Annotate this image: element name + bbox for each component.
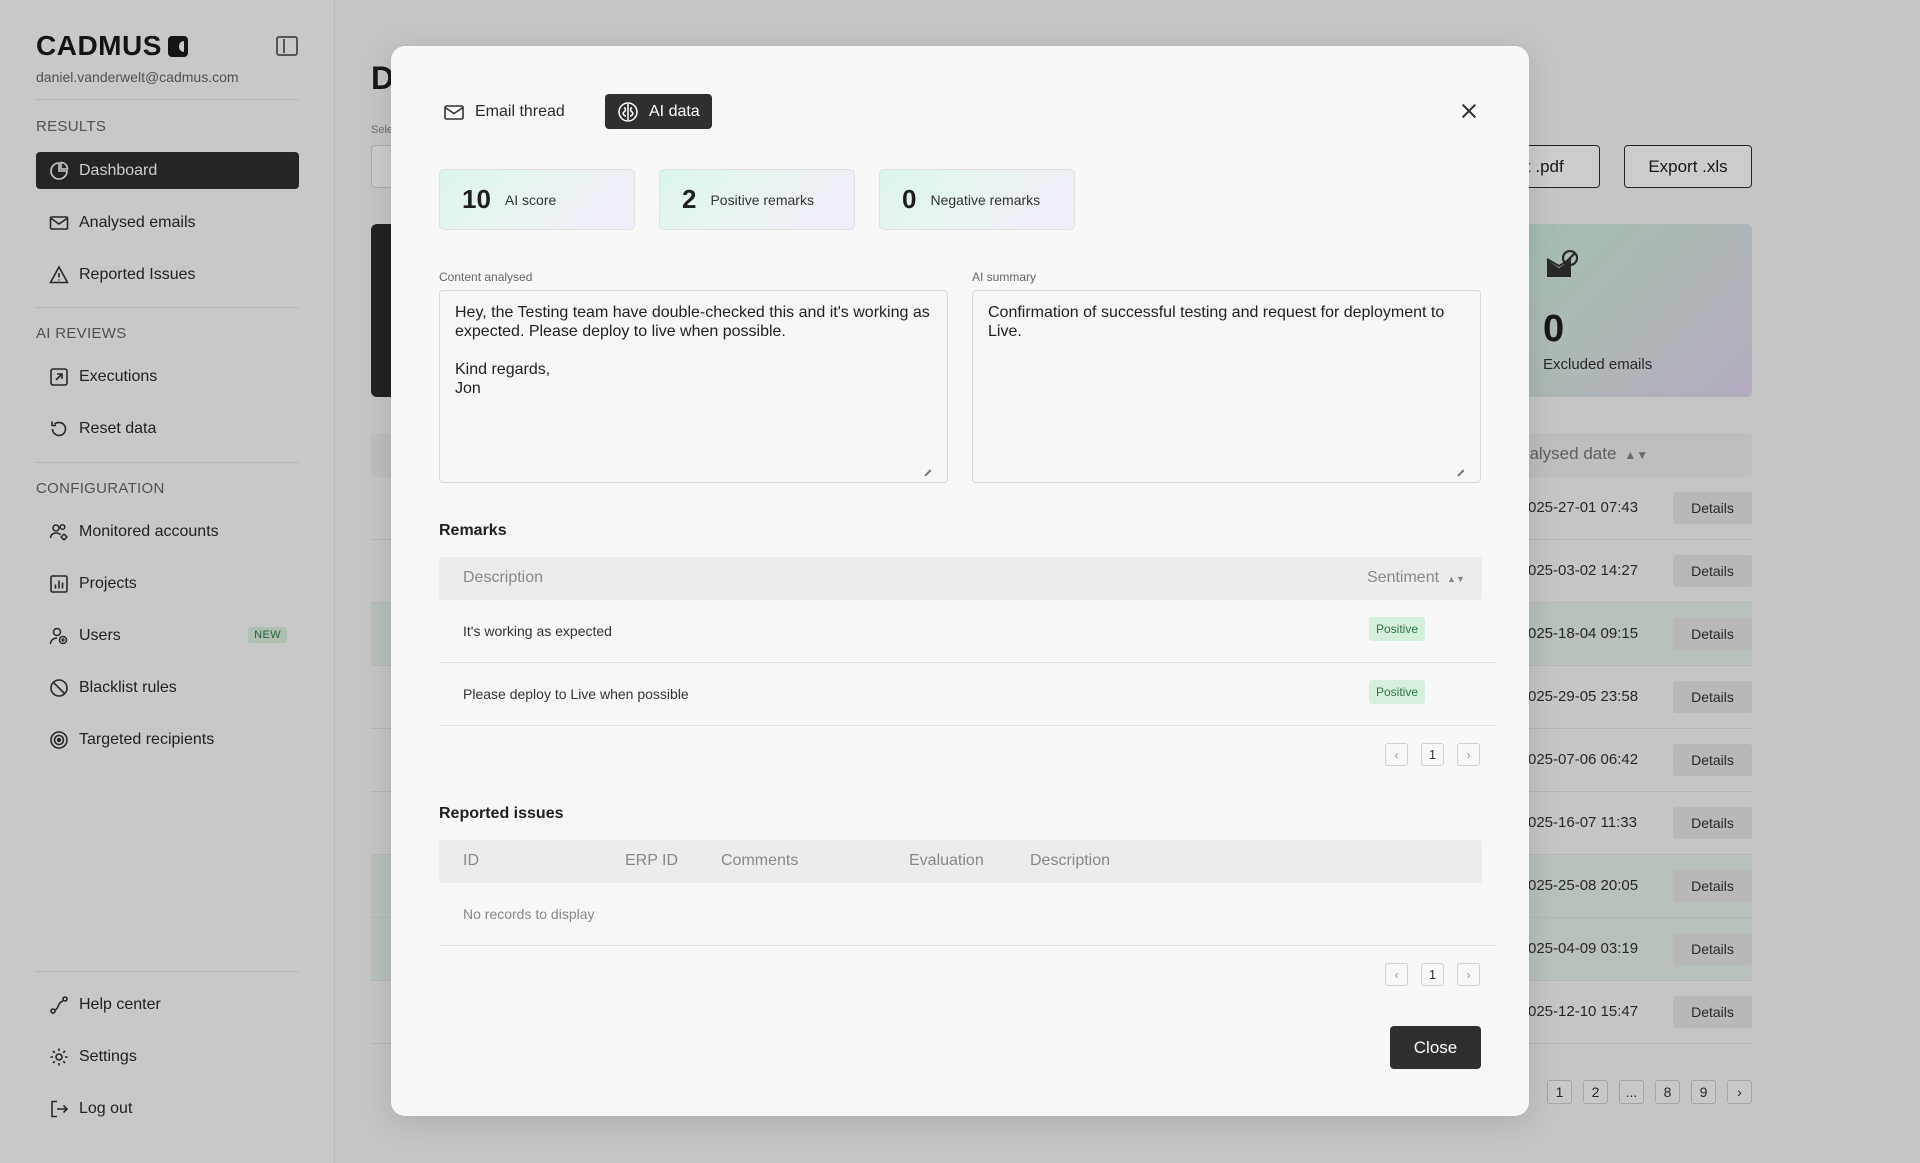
positive-remarks-value: 2 — [682, 184, 697, 214]
resize-handle-icon[interactable] — [1455, 461, 1465, 471]
negative-remarks-value: 0 — [902, 184, 917, 214]
remark-description: It's working as expected — [463, 623, 612, 639]
remark-row: Please deploy to Live when possible Posi… — [439, 663, 1497, 726]
sentiment-badge: Positive — [1369, 617, 1426, 641]
description-column-header: Description — [463, 569, 544, 586]
ai-score-value: 10 — [462, 184, 491, 214]
id-column-header: ID — [463, 852, 479, 869]
remark-row: It's working as expected Positive — [439, 600, 1497, 663]
close-icon[interactable] — [1458, 100, 1480, 122]
next-page-icon[interactable]: › — [1457, 963, 1480, 986]
ai-score-card: 10 AI score — [439, 169, 635, 230]
resize-handle-icon[interactable] — [922, 461, 932, 471]
negative-remarks-label: Negative remarks — [930, 191, 1041, 208]
evaluation-column-header: Evaluation — [909, 852, 984, 869]
issues-page-number[interactable]: 1 — [1421, 963, 1444, 986]
prev-page-icon[interactable]: ‹ — [1385, 963, 1408, 986]
negative-remarks-card: 0 Negative remarks — [879, 169, 1075, 230]
table-divider — [439, 945, 1497, 946]
content-analysed-label: Content analysed — [439, 270, 533, 284]
remarks-table-header: Description Sentiment ▲▼ — [439, 557, 1482, 600]
ai-summary-textarea[interactable]: Confirmation of successful testing and r… — [972, 290, 1481, 483]
tab-ai-data[interactable]: AI data — [605, 94, 712, 129]
sort-icon[interactable]: ▲▼ — [1447, 574, 1465, 584]
empty-state-message: No records to display — [463, 906, 595, 922]
erp-id-column-header: ERP ID — [625, 852, 679, 869]
sentiment-column-header[interactable]: Sentiment ▲▼ — [1367, 569, 1465, 587]
comments-column-header: Comments — [721, 852, 799, 869]
positive-remarks-label: Positive remarks — [710, 191, 814, 208]
remarks-title: Remarks — [439, 522, 507, 539]
tab-label: Email thread — [475, 102, 565, 120]
tab-email-thread[interactable]: Email thread — [431, 94, 577, 129]
ai-brain-icon — [618, 101, 638, 122]
tab-label: AI data — [649, 102, 700, 120]
sentiment-badge: Positive — [1369, 680, 1426, 704]
prev-page-icon[interactable]: ‹ — [1385, 743, 1408, 766]
next-page-icon[interactable]: › — [1457, 743, 1480, 766]
column-header-label: Sentiment — [1367, 569, 1440, 586]
ai-score-label: AI score — [504, 191, 557, 208]
remark-description: Please deploy to Live when possible — [463, 686, 689, 702]
ai-summary-label: AI summary — [972, 270, 1037, 284]
close-button[interactable]: Close — [1390, 1026, 1481, 1069]
reported-issues-title: Reported issues — [439, 805, 564, 822]
description-column-header: Description — [1030, 852, 1111, 869]
email-details-modal: Email thread AI data 10 AI score 2 Posit… — [391, 46, 1529, 1116]
mail-icon — [444, 104, 464, 120]
issues-table-header: ID ERP ID Comments Evaluation Descriptio… — [439, 840, 1482, 883]
remarks-page-number[interactable]: 1 — [1421, 743, 1444, 766]
positive-remarks-card: 2 Positive remarks — [659, 169, 855, 230]
content-analysed-textarea[interactable]: Hey, the Testing team have double-checke… — [439, 290, 948, 483]
